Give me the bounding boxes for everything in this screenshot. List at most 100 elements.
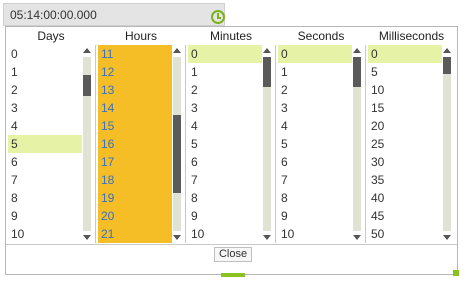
- column-divider: [275, 45, 276, 243]
- list-item[interactable]: 8: [8, 189, 82, 207]
- list-item[interactable]: 8: [188, 189, 262, 207]
- seconds-list[interactable]: 0 1 2 3 4 5 6 7 8 9 10: [278, 45, 352, 243]
- column-milliseconds: Milliseconds 0 5 10 15 20 25 30 35 40 45 50: [366, 27, 457, 245]
- list-item[interactable]: 3: [188, 99, 262, 117]
- list-item[interactable]: 6: [278, 153, 352, 171]
- scroll-down-icon[interactable]: [83, 235, 91, 240]
- list-item[interactable]: 21: [98, 225, 172, 243]
- time-value-text: 05:14:00:00.000: [10, 8, 97, 22]
- scroll-down-icon[interactable]: [173, 235, 181, 240]
- scroll-thumb[interactable]: [443, 57, 451, 74]
- list-item[interactable]: 7: [188, 171, 262, 189]
- column-days: Days 0 1 2 3 4 5 6 7 8 9 10: [6, 27, 96, 245]
- list-item[interactable]: 4: [8, 117, 82, 135]
- scroll-thumb[interactable]: [83, 75, 91, 96]
- scroll-thumb[interactable]: [173, 115, 181, 193]
- list-item[interactable]: 9: [8, 207, 82, 225]
- column-header-hours: Hours: [124, 29, 157, 43]
- scroll-up-icon[interactable]: [263, 48, 271, 53]
- list-item[interactable]: 15: [98, 117, 172, 135]
- list-item[interactable]: 19: [98, 189, 172, 207]
- list-item[interactable]: 17: [98, 153, 172, 171]
- list-item[interactable]: 0: [278, 45, 352, 63]
- scroll-down-icon[interactable]: [263, 235, 271, 240]
- list-item[interactable]: 0: [368, 45, 442, 63]
- close-button[interactable]: Close: [214, 247, 252, 262]
- list-item[interactable]: 25: [368, 135, 442, 153]
- list-item[interactable]: 4: [278, 117, 352, 135]
- list-item[interactable]: 3: [8, 99, 82, 117]
- hours-list[interactable]: 11 12 13 14 15 16 17 18 19 20 21: [98, 45, 172, 243]
- list-item[interactable]: 10: [188, 225, 262, 243]
- list-item[interactable]: 5: [278, 135, 352, 153]
- list-item[interactable]: 15: [368, 99, 442, 117]
- scroll-down-icon[interactable]: [443, 235, 451, 240]
- list-item[interactable]: 30: [368, 153, 442, 171]
- list-item[interactable]: 7: [278, 171, 352, 189]
- list-item[interactable]: 1: [8, 63, 82, 81]
- resize-grip-accent: [221, 273, 245, 277]
- column-hours: Hours 11 12 13 14 15 16 17 18 19 20 21: [96, 27, 186, 245]
- list-item[interactable]: 20: [98, 207, 172, 225]
- time-value-field[interactable]: 05:14:00:00.000: [3, 3, 225, 26]
- column-header-milliseconds: Milliseconds: [378, 29, 445, 43]
- list-item[interactable]: 13: [98, 81, 172, 99]
- time-picker-popup: Days 0 1 2 3 4 5 6 7 8 9 10 Hours 11 12 13 14 15 16 17 18 19 2…: [5, 26, 459, 277]
- list-item[interactable]: 7: [8, 171, 82, 189]
- clock-icon[interactable]: [211, 10, 225, 24]
- scroll-up-icon[interactable]: [173, 48, 181, 53]
- list-item[interactable]: 11: [98, 45, 172, 63]
- list-item[interactable]: 20: [368, 117, 442, 135]
- list-item[interactable]: 5: [368, 63, 442, 81]
- scroll-thumb[interactable]: [263, 57, 271, 87]
- list-item[interactable]: 0: [8, 45, 82, 63]
- list-item[interactable]: 16: [98, 135, 172, 153]
- list-item[interactable]: 10: [368, 81, 442, 99]
- milliseconds-list[interactable]: 0 5 10 15 20 25 30 35 40 45 50: [368, 45, 442, 243]
- list-item[interactable]: 1: [278, 63, 352, 81]
- list-item[interactable]: 2: [188, 81, 262, 99]
- scrollbar[interactable]: [442, 45, 452, 243]
- column-minutes: Minutes 0 1 2 3 4 5 6 7 8 9 10: [186, 27, 276, 245]
- column-header-days: Days: [37, 29, 65, 43]
- list-item[interactable]: 45: [368, 207, 442, 225]
- list-item[interactable]: 10: [8, 225, 82, 243]
- list-item[interactable]: 3: [278, 99, 352, 117]
- list-item[interactable]: 5: [188, 135, 262, 153]
- list-item[interactable]: 10: [278, 225, 352, 243]
- list-item[interactable]: 2: [8, 81, 82, 99]
- column-divider: [365, 45, 366, 243]
- scrollbar[interactable]: [172, 45, 182, 243]
- list-item[interactable]: 6: [8, 153, 82, 171]
- column-divider: [185, 45, 186, 243]
- list-item[interactable]: 6: [188, 153, 262, 171]
- column-header-seconds: Seconds: [297, 29, 345, 43]
- list-item[interactable]: 8: [278, 189, 352, 207]
- scroll-track[interactable]: [443, 57, 451, 231]
- list-item[interactable]: 9: [278, 207, 352, 225]
- scroll-thumb[interactable]: [353, 57, 361, 87]
- scroll-up-icon[interactable]: [443, 48, 451, 53]
- list-item[interactable]: 9: [188, 207, 262, 225]
- days-list[interactable]: 0 1 2 3 4 5 6 7 8 9 10: [8, 45, 82, 243]
- scrollbar[interactable]: [82, 45, 92, 243]
- list-item[interactable]: 2: [278, 81, 352, 99]
- list-item[interactable]: 50: [368, 225, 442, 243]
- list-item[interactable]: 5: [8, 135, 82, 153]
- scroll-down-icon[interactable]: [353, 235, 361, 240]
- scroll-up-icon[interactable]: [353, 48, 361, 53]
- list-item[interactable]: 14: [98, 99, 172, 117]
- resize-grip-icon[interactable]: [453, 270, 459, 276]
- scroll-up-icon[interactable]: [83, 48, 91, 53]
- column-seconds: Seconds 0 1 2 3 4 5 6 7 8 9 10: [276, 27, 366, 245]
- list-item[interactable]: 0: [188, 45, 262, 63]
- list-item[interactable]: 40: [368, 189, 442, 207]
- scrollbar[interactable]: [352, 45, 362, 243]
- list-item[interactable]: 12: [98, 63, 172, 81]
- list-item[interactable]: 35: [368, 171, 442, 189]
- scrollbar[interactable]: [262, 45, 272, 243]
- list-item[interactable]: 1: [188, 63, 262, 81]
- minutes-list[interactable]: 0 1 2 3 4 5 6 7 8 9 10: [188, 45, 262, 243]
- list-item[interactable]: 4: [188, 117, 262, 135]
- list-item[interactable]: 18: [98, 171, 172, 189]
